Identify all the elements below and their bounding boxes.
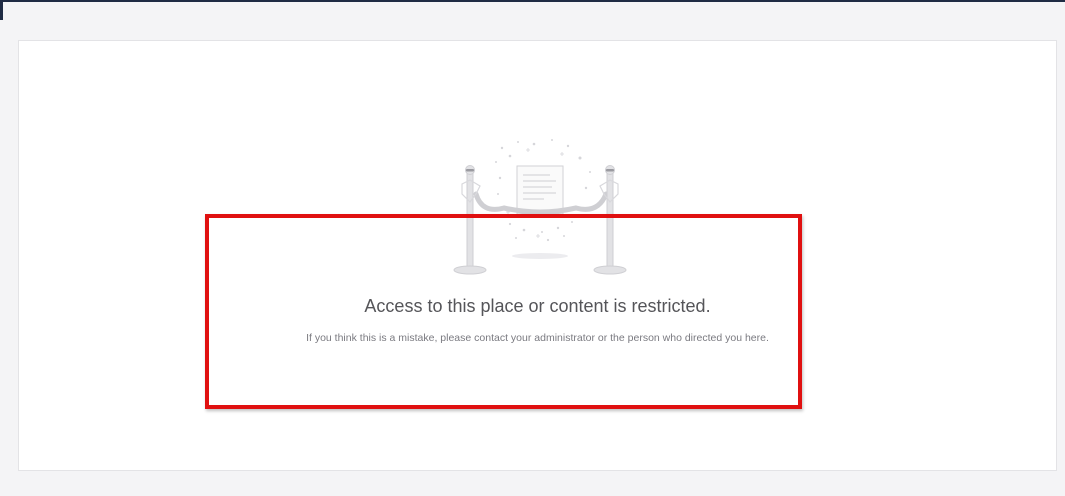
annotation-highlight-box — [205, 214, 802, 409]
corner-mark — [0, 0, 3, 20]
top-bar — [0, 0, 1065, 2]
